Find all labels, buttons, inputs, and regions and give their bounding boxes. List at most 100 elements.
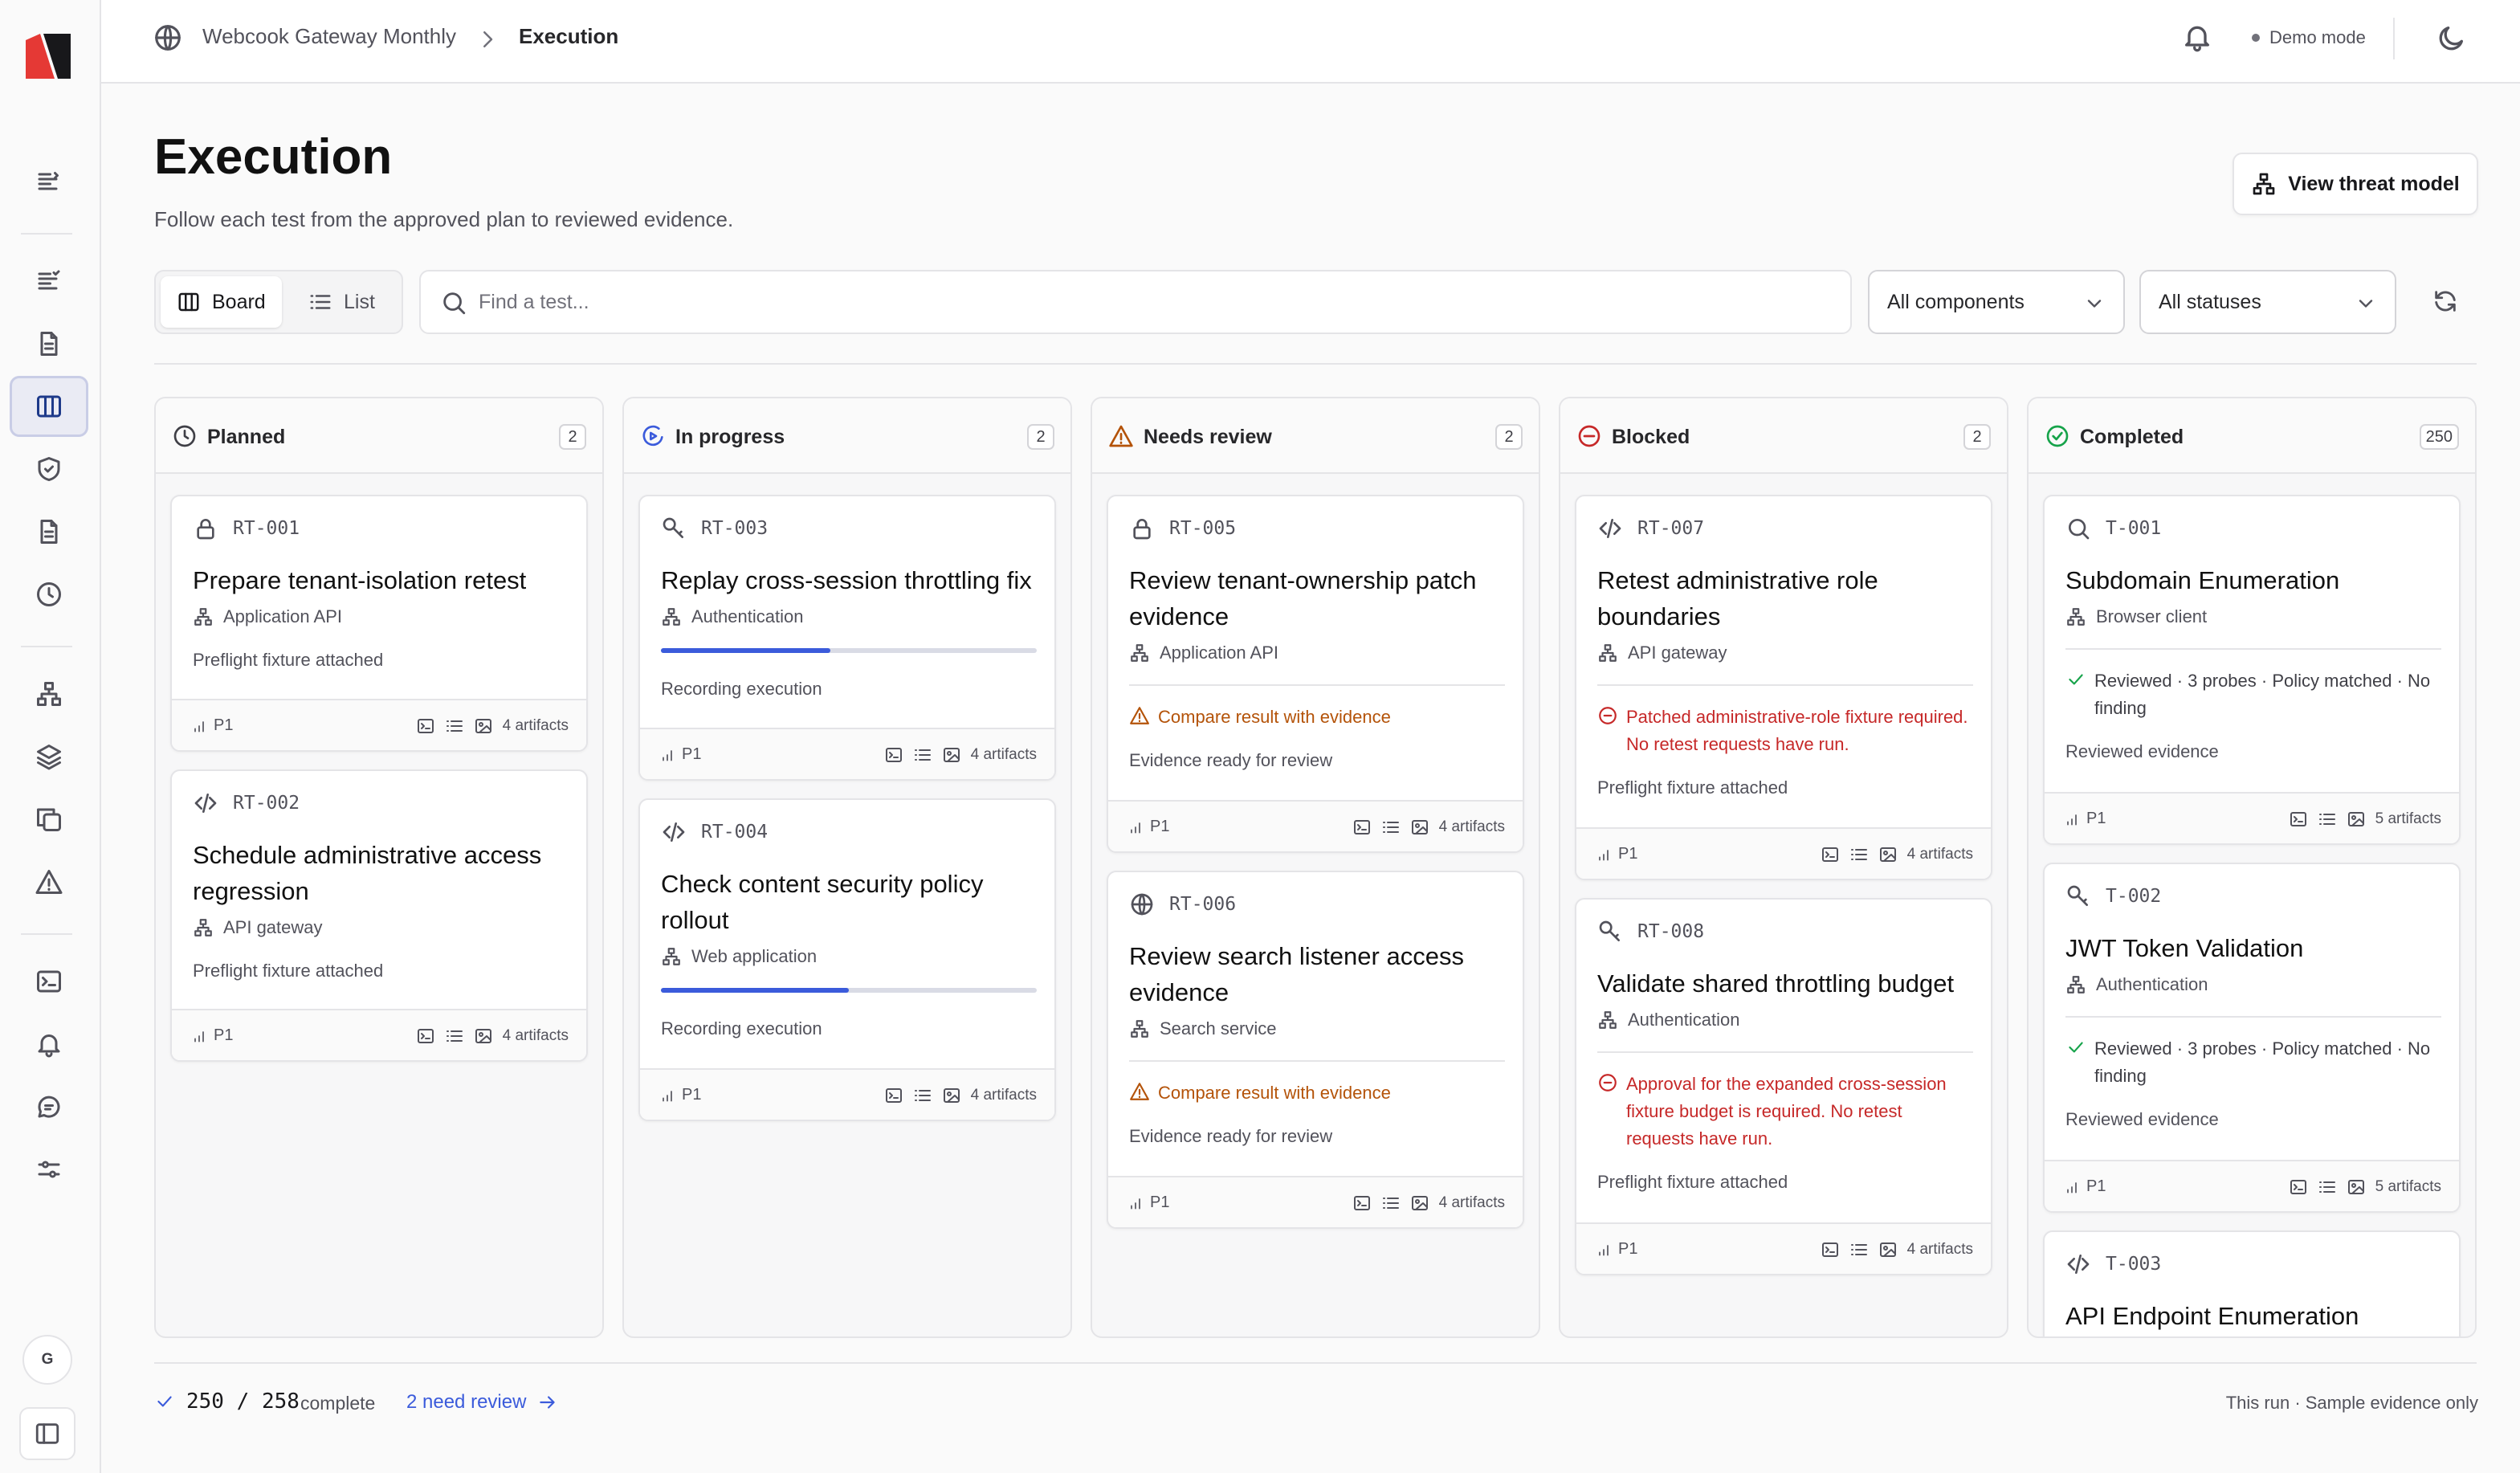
signal-icon	[663, 1090, 672, 1101]
card-divider	[1597, 684, 1973, 686]
priority-label: P1	[214, 1026, 234, 1044]
test-card[interactable]: RT-002 Schedule administrative access reg…	[170, 769, 588, 1062]
nav-architecture-icon[interactable]	[10, 663, 88, 724]
app-logo[interactable]	[22, 31, 74, 82]
nav-overview-icon[interactable]	[10, 151, 88, 212]
list-icon	[446, 720, 463, 732]
view-threat-model-button[interactable]: View threat model	[2233, 153, 2478, 215]
image-icon	[1879, 1242, 1896, 1257]
need-review-link[interactable]: 2 need review	[406, 1391, 558, 1414]
avatar[interactable]: G	[22, 1335, 72, 1385]
image-icon	[475, 719, 491, 733]
column-blocked: Blocked 2 RT-007 Retest administrative ro…	[1559, 397, 2008, 1338]
nav-shield-icon[interactable]	[10, 439, 88, 500]
progress-bar	[661, 988, 1037, 993]
search-box	[419, 270, 1852, 334]
card-component: Search service	[1129, 1018, 1277, 1039]
component-label: Application API	[223, 606, 342, 626]
architecture-icon	[194, 608, 212, 626]
refresh-icon	[2435, 291, 2456, 312]
signal-icon	[194, 720, 204, 732]
card-status-message: Compare result with evidence	[1129, 1079, 1507, 1107]
signal-icon	[194, 1030, 204, 1042]
test-id: RT-007	[1597, 516, 1704, 541]
list-icon	[1850, 1244, 1867, 1255]
card-divider	[1597, 1051, 1973, 1053]
completion-count: 250 / 258	[186, 1389, 300, 1414]
card-note: Reviewed evidence	[2065, 1109, 2219, 1129]
component-label: API gateway	[1628, 643, 1727, 663]
nav-document-icon[interactable]	[10, 313, 88, 374]
test-card[interactable]: RT-006 Review search listener access evid…	[1107, 871, 1524, 1229]
signal-icon	[2067, 1181, 2077, 1193]
artifacts-count: 4 artifacts	[1438, 1194, 1505, 1211]
demo-mode-label: Demo mode	[2269, 27, 2366, 47]
test-card[interactable]: RT-001 Prepare tenant-isolation retest App…	[170, 495, 588, 752]
card-component: Application API	[193, 606, 342, 627]
code-icon	[194, 794, 217, 813]
priority: P1	[1127, 1193, 1169, 1212]
nav-layers-icon[interactable]	[10, 726, 88, 787]
card-component: Authentication	[661, 606, 803, 627]
card-title: Subdomain Enumeration	[2065, 566, 2340, 594]
card-note: Recording execution	[661, 1018, 822, 1038]
lock-icon	[197, 519, 214, 540]
column-count-badge: 2	[1495, 424, 1523, 450]
card-note: Preflight fixture attached	[1597, 777, 1788, 798]
column-count-badge: 2	[559, 424, 586, 450]
breadcrumb-project[interactable]: Webcook Gateway Monthly	[202, 24, 456, 49]
status-message-text: Reviewed · 3 probes · Policy matched · N…	[2094, 671, 2431, 718]
card-divider	[2065, 648, 2441, 650]
artifacts-count: 4 artifacts	[1906, 1241, 1973, 1258]
nav-notifications-icon[interactable]	[10, 1014, 88, 1075]
test-card[interactable]: RT-004 Check content security policy roll…	[638, 798, 1056, 1121]
test-card[interactable]: T-002 JWT Token Validation Authentication R…	[2043, 863, 2461, 1213]
nav-terminal-icon[interactable]	[10, 951, 88, 1012]
globe-icon	[155, 25, 181, 51]
card-title: Retest administrative role boundaries	[1597, 566, 1878, 630]
column-planned: Planned 2 RT-001 Prepare tenant-isolation…	[154, 397, 604, 1338]
column-count-badge: 2	[1027, 424, 1054, 450]
search-input[interactable]	[479, 280, 1828, 324]
test-card[interactable]: RT-005 Review tenant-ownership patch evid…	[1107, 495, 1524, 853]
test-card[interactable]: RT-008 Validate shared throttling budget A…	[1575, 898, 1992, 1275]
test-card[interactable]: T-001 Subdomain Enumeration Browser client…	[2043, 495, 2461, 845]
sidebar-divider	[21, 933, 72, 935]
priority-label: P1	[682, 745, 702, 763]
nav-settings-sliders-icon[interactable]	[10, 1139, 88, 1200]
terminal-icon	[417, 719, 434, 733]
test-card[interactable]: T-003 API Endpoint Enumeration	[2043, 1230, 2461, 1336]
sidebar-divider	[21, 233, 72, 235]
chevron-down-icon	[2087, 300, 2102, 308]
nav-chat-icon[interactable]	[10, 1076, 88, 1137]
board-view-button[interactable]: Board	[161, 276, 282, 328]
components-filter-select[interactable]: All components	[1868, 270, 2125, 334]
bell-icon[interactable]	[2181, 21, 2213, 53]
toggle-sidebar-icon[interactable]	[19, 1407, 75, 1460]
app: G Webcook Gateway Monthly Execution Demo…	[0, 0, 2520, 1473]
card-title: Schedule administrative access regressio…	[193, 841, 542, 905]
signal-icon	[663, 749, 672, 761]
moon-icon[interactable]	[2435, 22, 2467, 55]
test-card[interactable]: RT-003 Replay cross-session throttling fi…	[638, 495, 1056, 781]
progress-bar	[661, 648, 1037, 653]
nav-copy-icon[interactable]	[10, 789, 88, 850]
terminal-icon	[417, 1029, 434, 1043]
refresh-button[interactable]	[2427, 283, 2464, 320]
nav-history-icon[interactable]	[10, 564, 88, 625]
nav-plan-icon[interactable]	[10, 251, 88, 312]
warning-icon	[1130, 1083, 1149, 1100]
list-icon	[914, 749, 931, 761]
artifacts: 5 artifacts	[2289, 810, 2441, 829]
list-view-button[interactable]: List	[292, 276, 391, 328]
card-footer: P1 4 artifacts	[640, 1068, 1054, 1120]
nav-report-icon[interactable]	[10, 501, 88, 562]
page-title: Execution	[154, 129, 393, 185]
test-card[interactable]: RT-007 Retest administrative role boundar…	[1575, 495, 1992, 880]
statuses-filter-select[interactable]: All statuses	[2139, 270, 2396, 334]
nav-execution-board-icon[interactable]	[10, 376, 88, 437]
total-count: 258	[261, 1389, 300, 1414]
card-status-message: Reviewed · 3 probes · Policy matched · N…	[2065, 667, 2443, 722]
signal-icon	[1599, 1244, 1609, 1255]
nav-alert-icon[interactable]	[10, 851, 88, 912]
